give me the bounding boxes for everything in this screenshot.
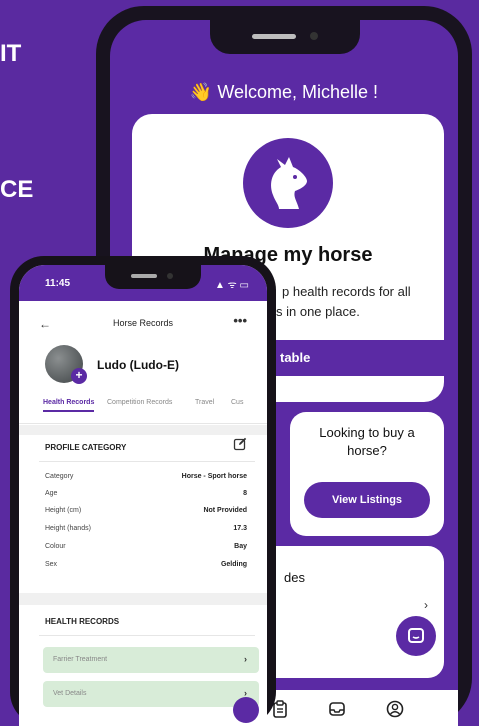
- profile-row: Category Horse - Sport horse: [45, 473, 247, 483]
- section-separator: [19, 425, 267, 435]
- view-listings-button[interactable]: View Listings: [304, 482, 430, 518]
- chat-icon[interactable]: [396, 616, 436, 656]
- profile-row: Colour Bay: [45, 543, 247, 553]
- divider: [39, 461, 255, 462]
- records-screen: 11:45 ▲ ᯤ ▭ ← Horse Records ••• + Ludo (…: [19, 265, 267, 726]
- tabs-divider: [19, 423, 267, 424]
- background-text-mid: CE: [0, 176, 34, 203]
- row-value: Gelding: [220, 561, 247, 568]
- health-record-label: Vet Details: [53, 690, 87, 697]
- speaker: [252, 34, 296, 39]
- health-record-item-farrier[interactable]: Farrier Treatment ›: [43, 647, 259, 673]
- add-photo-icon[interactable]: +: [71, 368, 87, 384]
- health-record-label: Farrier Treatment: [53, 656, 108, 663]
- page-title: Horse Records: [112, 318, 174, 328]
- chat-icon[interactable]: [233, 697, 259, 723]
- inbox-icon[interactable]: [328, 700, 346, 723]
- records-phone: 11:45 ▲ ᯤ ▭ ← Horse Records ••• + Ludo (…: [10, 256, 276, 726]
- camera: [310, 32, 318, 40]
- user-circle-icon[interactable]: [386, 700, 404, 723]
- buy-title-line-2: horse?: [347, 443, 387, 458]
- horse-head-icon: [243, 138, 333, 228]
- chevron-right-icon: ›: [424, 598, 428, 612]
- more-options-icon[interactable]: •••: [233, 313, 247, 328]
- row-label: Age: [45, 490, 58, 497]
- tab-cus[interactable]: Cus: [231, 399, 243, 406]
- health-record-item-vet[interactable]: Vet Details ›: [43, 681, 259, 707]
- profile-row: Height (hands) 17.3: [45, 525, 247, 535]
- tab-competition-records[interactable]: Competition Records: [107, 399, 172, 406]
- status-icons: ▲ ᯤ ▭: [214, 280, 249, 291]
- profile-category-header: PROFILE CATEGORY: [45, 443, 127, 452]
- row-label: Category: [45, 473, 74, 480]
- row-label: Colour: [45, 543, 66, 550]
- camera: [167, 273, 173, 279]
- profile-row: Height (cm) Not Provided: [45, 507, 247, 517]
- buy-horse-title: Looking to buy a horse?: [290, 424, 444, 460]
- speaker: [131, 274, 157, 278]
- edit-icon[interactable]: [233, 437, 247, 456]
- horse-name: Ludo (Ludo-E): [97, 358, 179, 372]
- row-value: Horse - Sport horse: [181, 473, 247, 480]
- section-separator: [19, 593, 267, 605]
- des-card-title: des: [284, 570, 305, 585]
- background-text-top: IT: [0, 40, 22, 67]
- profile-row: Age 8: [45, 490, 247, 500]
- profile-row: Sex Gelding: [45, 561, 247, 571]
- status-time: 11:45: [45, 278, 71, 289]
- row-label: Height (hands): [45, 525, 91, 532]
- phone-notch: [105, 265, 201, 289]
- health-records-header: HEALTH RECORDS: [45, 617, 120, 626]
- divider: [39, 635, 255, 636]
- buy-title-line-1: Looking to buy a: [319, 425, 415, 440]
- tab-health-records[interactable]: Health Records: [43, 399, 95, 412]
- chevron-right-icon: ›: [244, 654, 247, 664]
- phone-notch: [210, 20, 360, 54]
- row-value: 17.3: [233, 525, 247, 532]
- tab-travel[interactable]: Travel: [195, 399, 214, 406]
- row-value: Not Provided: [203, 507, 247, 514]
- row-value: 8: [243, 490, 247, 497]
- row-value: Bay: [234, 543, 247, 550]
- welcome-message: 👋 Welcome, Michelle !: [189, 82, 379, 102]
- clipboard-icon[interactable]: [272, 700, 288, 723]
- record-tabs: Health Records Competition Records Trave…: [43, 399, 267, 419]
- buy-horse-card: Looking to buy a horse? View Listings: [290, 412, 444, 536]
- row-label: Sex: [45, 561, 58, 568]
- row-label: Height (cm): [45, 507, 82, 514]
